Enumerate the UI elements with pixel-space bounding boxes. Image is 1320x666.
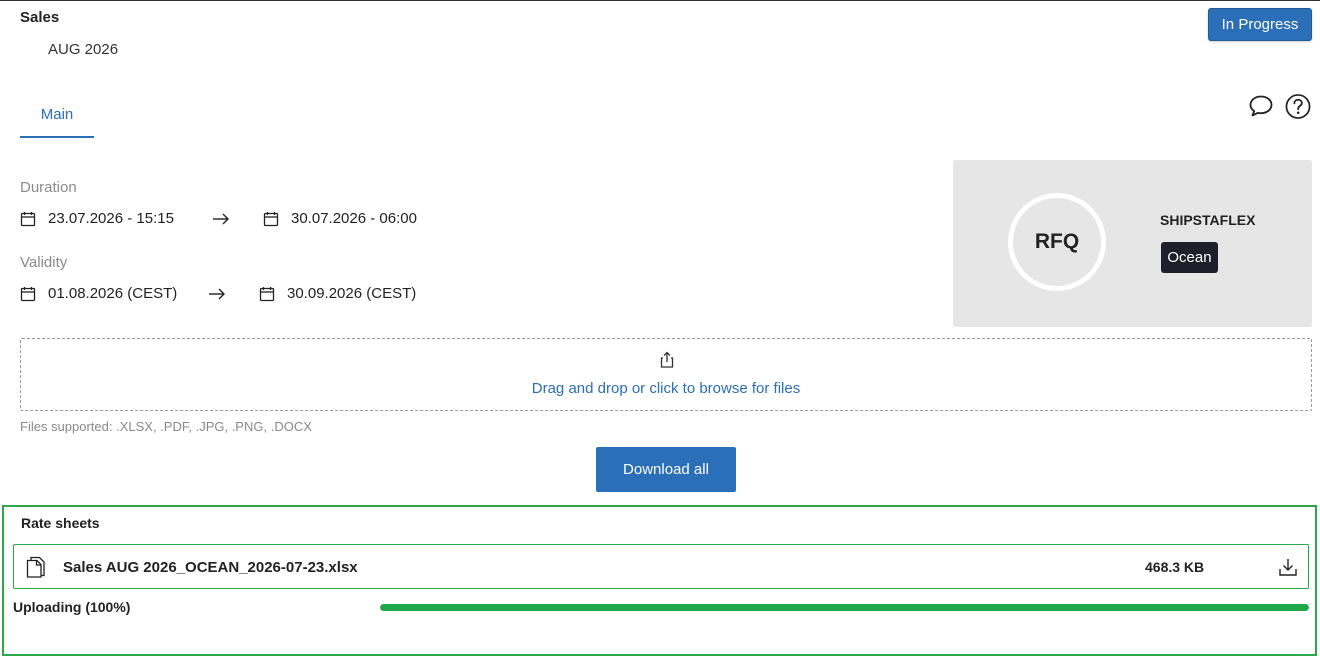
upload-progress-fill <box>380 604 1309 611</box>
validity-label: Validity <box>20 254 68 271</box>
mode-badge: Ocean <box>1161 242 1218 273</box>
tab-main[interactable]: Main <box>20 98 94 138</box>
duration-label: Duration <box>20 179 77 196</box>
dropzone-text[interactable]: Drag and drop or click to browse for fil… <box>21 380 1311 397</box>
arrow-right-icon <box>207 287 227 301</box>
file-name: Sales AUG 2026_OCEAN_2026-07-23.xlsx <box>63 559 358 576</box>
calendar-icon <box>20 211 36 227</box>
file-size: 468.3 KB <box>1145 559 1205 575</box>
upload-icon <box>660 351 674 368</box>
upload-progress-bar <box>380 604 1309 611</box>
duration-start[interactable]: 23.07.2026 - 15:15 <box>20 210 174 227</box>
top-border <box>0 0 1320 1</box>
page-subtitle: AUG 2026 <box>48 41 119 58</box>
download-all-button[interactable]: Download all <box>596 447 736 492</box>
speech-bubble-icon <box>1249 95 1273 117</box>
validity-start-value: 01.08.2026 (CEST) <box>48 285 178 302</box>
validity-end-value: 30.09.2026 (CEST) <box>287 285 417 302</box>
calendar-icon <box>263 211 279 227</box>
page-title: Sales <box>20 9 60 26</box>
duration-end[interactable]: 30.07.2026 - 06:00 <box>263 210 417 227</box>
rfq-card: RFQ SHIPSTAFLEX Ocean <box>953 160 1312 327</box>
validity-end[interactable]: 30.09.2026 (CEST) <box>259 285 416 302</box>
upload-status: Uploading (100%) <box>13 599 131 615</box>
file-dropzone[interactable]: Drag and drop or click to browse for fil… <box>20 338 1312 411</box>
arrow-right-icon <box>211 212 231 226</box>
company-name: SHIPSTAFLEX <box>1160 212 1256 228</box>
rate-sheets-title: Rate sheets <box>21 515 100 531</box>
chat-button[interactable] <box>1248 93 1274 119</box>
help-button[interactable] <box>1285 93 1311 119</box>
download-icon[interactable] <box>1278 557 1298 577</box>
duration-end-value: 30.07.2026 - 06:00 <box>291 210 417 227</box>
duration-start-value: 23.07.2026 - 15:15 <box>48 210 174 227</box>
document-icon <box>26 556 45 578</box>
status-button[interactable]: In Progress <box>1208 8 1312 41</box>
file-row[interactable]: Sales AUG 2026_OCEAN_2026-07-23.xlsx 468… <box>13 544 1309 589</box>
calendar-icon <box>20 286 36 302</box>
calendar-icon <box>259 286 275 302</box>
validity-start[interactable]: 01.08.2026 (CEST) <box>20 285 177 302</box>
question-circle-icon <box>1285 93 1311 119</box>
rate-sheets-panel: Rate sheets Sales AUG 2026_OCEAN_2026-07… <box>2 505 1317 656</box>
files-supported-note: Files supported: .XLSX, .PDF, .JPG, .PNG… <box>20 419 312 434</box>
rfq-type-circle: RFQ <box>1008 193 1106 291</box>
